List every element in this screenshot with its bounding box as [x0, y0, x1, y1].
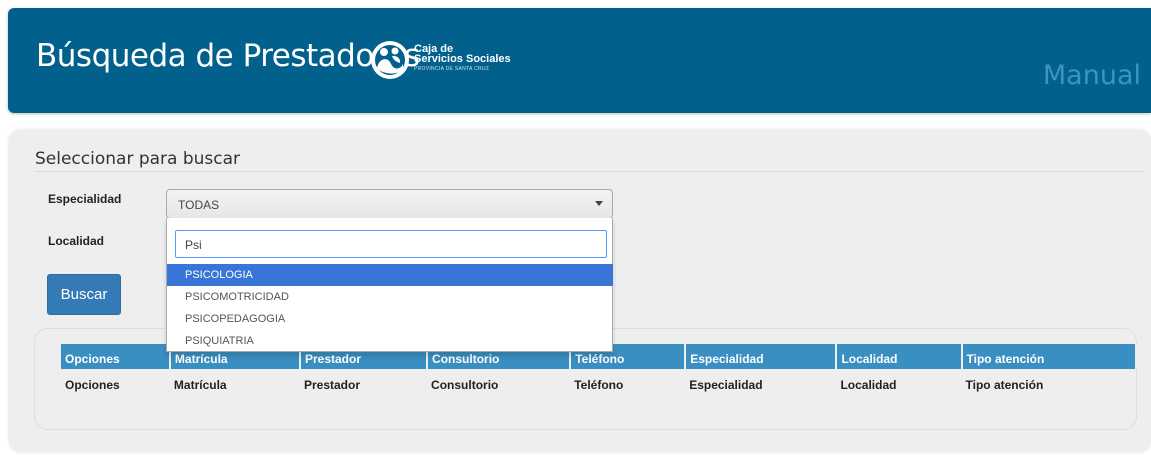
localidad-label: Localidad	[48, 234, 105, 248]
col-header-localidad[interactable]: Localidad	[836, 344, 963, 369]
search-panel: Seleccionar para buscar Especialidad Loc…	[9, 130, 1151, 452]
logo-text-line3: PROVINCIA DE SANTA CRUZ	[414, 66, 490, 72]
col-footer-tipo-atencion: Tipo atención	[965, 378, 1044, 392]
manual-link[interactable]: Manual	[1043, 60, 1141, 91]
especialidad-selected-value: TODAS	[178, 198, 220, 212]
caja-servicios-sociales-logo: Caja de Servicios Sociales PROVINCIA DE …	[370, 38, 530, 84]
buscar-button[interactable]: Buscar	[47, 274, 121, 315]
col-footer-especialidad: Especialidad	[689, 378, 763, 392]
table-footer-row: Opciones Matrícula Prestador Consultorio…	[61, 369, 1136, 397]
col-header-opciones[interactable]: Opciones	[61, 344, 171, 369]
col-header-tipo-atencion[interactable]: Tipo atención	[961, 344, 1137, 369]
col-footer-matricula: Matrícula	[173, 378, 227, 392]
col-header-especialidad[interactable]: Especialidad	[685, 344, 838, 369]
page-header: Búsqueda de Prestadores Caja de Servicio…	[8, 8, 1151, 113]
col-footer-prestador: Prestador	[303, 378, 361, 392]
chevron-down-icon	[595, 201, 603, 206]
especialidad-label: Especialidad	[48, 192, 122, 206]
col-footer-opciones: Opciones	[65, 378, 120, 392]
option-psicopedagogia[interactable]: PSICOPEDAGOGIA	[167, 308, 613, 330]
option-psicologia[interactable]: PSICOLOGIA	[167, 264, 613, 286]
section-divider	[34, 171, 1145, 172]
family-logo-icon	[371, 41, 409, 79]
col-footer-localidad: Localidad	[840, 378, 897, 392]
page-title: Búsqueda de Prestadores	[36, 38, 420, 74]
col-footer-consultorio: Consultorio	[431, 378, 499, 392]
especialidad-select[interactable]: TODAS	[166, 189, 613, 219]
logo-text-line2: Servicios Sociales	[414, 53, 511, 65]
option-psiquiatria[interactable]: PSIQUIATRIA	[167, 330, 613, 352]
option-psicomotricidad[interactable]: PSICOMOTRICIDAD	[167, 286, 613, 308]
dropdown-search-input[interactable]: Psi	[175, 230, 607, 258]
section-title: Seleccionar para buscar	[35, 149, 241, 169]
col-footer-telefono: Teléfono	[574, 378, 624, 392]
especialidad-dropdown: Psi PSICOLOGIA PSICOMOTRICIDAD PSICOPEDA…	[166, 218, 613, 352]
